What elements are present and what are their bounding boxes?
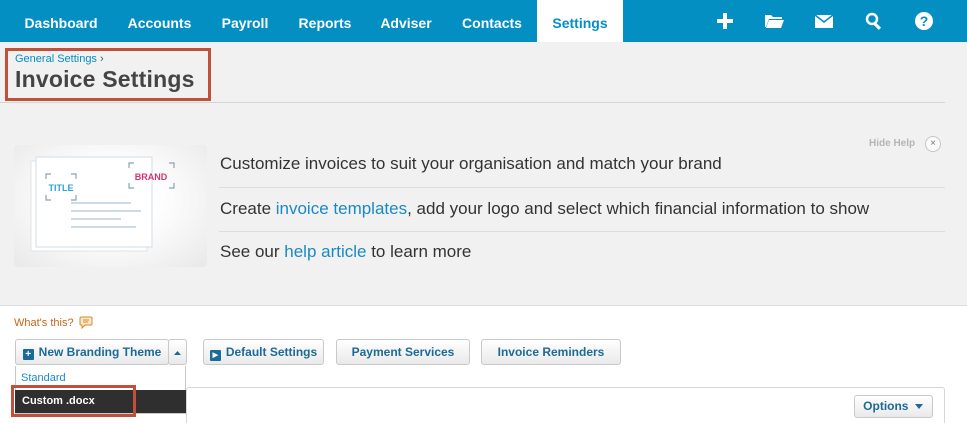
invoice-illustration: TITLE BRAND: [14, 145, 207, 267]
new-branding-theme-dropdown-toggle[interactable]: [168, 339, 187, 365]
invoice-templates-link[interactable]: invoice templates: [276, 199, 407, 218]
payment-services-label: Payment Services: [351, 345, 455, 359]
custom-docx-highlight-box: [11, 385, 136, 417]
dropdown-item-standard[interactable]: Standard: [21, 372, 66, 384]
default-settings-button[interactable]: ▶ Default Settings: [203, 339, 324, 365]
help-line-customize: Customize invoices to suit your organisa…: [220, 154, 722, 173]
svg-text:TITLE: TITLE: [49, 183, 74, 193]
nav-adviser[interactable]: Adviser: [367, 0, 445, 42]
default-settings-label: Default Settings: [225, 345, 318, 359]
nav-dashboard[interactable]: Dashboard: [10, 0, 112, 42]
folder-icon[interactable]: [762, 9, 786, 33]
help-line-templates: Create invoice templates, add your logo …: [220, 199, 869, 219]
nav-settings[interactable]: Settings: [537, 0, 623, 42]
caret-up-icon: [174, 351, 181, 355]
search-icon[interactable]: [862, 9, 886, 33]
help-text: to learn more: [366, 242, 472, 261]
payment-services-button[interactable]: Payment Services: [336, 339, 470, 365]
invoice-reminders-button[interactable]: Invoice Reminders: [481, 339, 621, 365]
top-nav: Dashboard Accounts Payroll Reports Advis…: [0, 0, 967, 42]
title-divider: [0, 102, 945, 103]
nav-payroll[interactable]: Payroll: [207, 0, 283, 42]
plus-icon: +: [22, 349, 34, 360]
plus-icon[interactable]: [713, 9, 737, 33]
help-text: See our: [220, 242, 285, 261]
new-branding-theme-label: New Branding Theme: [38, 345, 162, 359]
svg-text:?: ?: [920, 13, 929, 29]
branding-theme-panel: [186, 387, 945, 423]
hide-help-link[interactable]: Hide Help: [869, 138, 915, 149]
mail-icon[interactable]: [812, 9, 836, 33]
help-text: Create: [220, 199, 276, 218]
help-text: , add your logo and select which financi…: [407, 199, 870, 218]
help-divider-2: [219, 231, 945, 232]
nav-contacts[interactable]: Contacts: [447, 0, 537, 42]
invoice-reminders-label: Invoice Reminders: [497, 345, 605, 359]
help-divider-1: [219, 187, 945, 188]
caret-down-icon: [914, 404, 923, 409]
options-label: Options: [863, 399, 909, 413]
help-line-article: See our help article to learn more: [220, 242, 471, 262]
nav-accounts[interactable]: Accounts: [113, 0, 206, 42]
nav-reports[interactable]: Reports: [285, 0, 365, 42]
title-highlight-box: [5, 48, 211, 101]
speech-bubble-icon[interactable]: [79, 316, 93, 330]
whats-this-link[interactable]: What's this?: [14, 317, 74, 329]
help-article-link[interactable]: help article: [284, 242, 366, 261]
options-button[interactable]: Options: [854, 395, 933, 418]
play-icon: ▶: [209, 350, 221, 361]
svg-text:BRAND: BRAND: [135, 172, 168, 182]
new-branding-theme-button[interactable]: + New Branding Theme: [15, 339, 169, 365]
close-icon[interactable]: ×: [925, 136, 941, 152]
help-icon[interactable]: ?: [912, 9, 936, 33]
